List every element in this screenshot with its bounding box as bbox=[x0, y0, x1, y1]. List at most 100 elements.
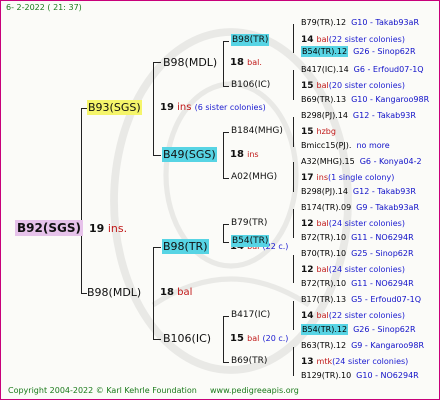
gen5-row[interactable]: B79(TR).12 G10 - Takab93aR bbox=[301, 19, 419, 27]
gen5-row[interactable]: 14 bal(22 sister colonies) bbox=[301, 36, 405, 45]
gen5-row[interactable]: B17(TR).13 G5 - Erfoud07-1Q bbox=[301, 296, 421, 304]
gen5-row[interactable]: B70(TR).10 G25 - Sinop62R bbox=[301, 250, 414, 258]
dam-info: 19 ins (6 sister colonies) bbox=[160, 102, 266, 113]
site-link[interactable]: www.pedigreeapis.org bbox=[210, 387, 299, 395]
gen5-sisters: (24 sister colonies) bbox=[332, 357, 409, 366]
gen5-code: G5 - Erfoud07-1Q bbox=[351, 295, 421, 304]
gen5-unit: bal bbox=[316, 265, 329, 274]
connector bbox=[223, 224, 224, 242]
gen5-count: 12 bbox=[301, 219, 314, 229]
gen5-name: B79(TR).12 bbox=[301, 18, 347, 27]
gen5-row[interactable]: B417(IC).14 G6 - Erfoud07-1Q bbox=[301, 66, 424, 74]
gen5-count: 14 bbox=[301, 35, 314, 45]
gen4-queen[interactable]: A02(MHG) bbox=[231, 173, 277, 182]
gen5-count: 14 bbox=[301, 311, 314, 321]
gen5-row[interactable]: 12 bal(24 sister colonies) bbox=[301, 220, 405, 229]
gen5-name: B174(TR).09 bbox=[301, 203, 352, 212]
gen5-name: B298(PJ).14 bbox=[301, 187, 348, 196]
gen5-unit: bal bbox=[316, 311, 329, 320]
gen5-row[interactable]: B129(TR).10 G10 - NO6294R bbox=[301, 372, 419, 380]
root-queen[interactable]: B92(SGS) bbox=[15, 220, 83, 236]
gen5-row[interactable]: 13 mtk(24 sister colonies) bbox=[301, 358, 408, 367]
gen5-name: B298(PJ).14 bbox=[301, 111, 348, 120]
gen5-code: G10 - Kangaroo98R bbox=[351, 95, 430, 104]
sire-info: 18 bal bbox=[160, 287, 193, 298]
gen5-row[interactable]: 12 bal(24 sister colonies) bbox=[301, 266, 405, 275]
gen5-name: B54(TR).12 bbox=[301, 46, 349, 57]
gen5-name: B17(TR).13 bbox=[301, 295, 347, 304]
gen5-row[interactable]: B72(TR).10 G11 - NO6294R bbox=[301, 234, 414, 242]
gen5-row[interactable]: B298(PJ).14 G12 - Takab93R bbox=[301, 112, 416, 120]
gen5-name: B70(TR).10 bbox=[301, 249, 347, 258]
gen5-sisters: (24 sister colonies) bbox=[328, 265, 405, 274]
gen5-row[interactable]: Bmicc15(PJ). no more bbox=[301, 142, 390, 150]
connector bbox=[293, 24, 294, 53]
connector bbox=[223, 41, 229, 42]
copyright: Copyright 2004-2022 © Karl Kehrle Founda… bbox=[8, 386, 197, 395]
gen4-queen[interactable]: B98(TR) bbox=[231, 34, 270, 46]
connector bbox=[223, 362, 229, 363]
gen5-row[interactable]: B72(TR).10 G11 - NO6294R bbox=[301, 280, 414, 288]
gen4-queen[interactable]: B69(TR) bbox=[231, 357, 267, 366]
gen4-queen[interactable]: B417(IC) bbox=[231, 311, 270, 320]
connector bbox=[293, 162, 294, 192]
gen5-row[interactable]: B63(TR).12 G9 - Kangaroo98R bbox=[301, 342, 424, 350]
connector bbox=[223, 178, 229, 179]
gen5-name: B63(TR).12 bbox=[301, 341, 347, 350]
connector bbox=[223, 316, 229, 317]
gen5-code: G12 - Takab93R bbox=[352, 111, 416, 120]
connector bbox=[81, 108, 82, 293]
gen5-code: G26 - Sinop62R bbox=[353, 47, 416, 56]
gen5-unit: hzbg bbox=[316, 127, 336, 136]
gen5-name: B72(TR).10 bbox=[301, 233, 347, 242]
gen4-queen[interactable]: B54(TR) bbox=[231, 235, 270, 247]
connector bbox=[293, 117, 294, 147]
root-queen-info: 19 ins. bbox=[89, 222, 128, 235]
gen5-row[interactable]: A32(MHG).15 G6 - Konya04-2 bbox=[301, 158, 422, 166]
gen5-row[interactable]: B174(TR).09 G9 - Takab93aR bbox=[301, 204, 419, 212]
connector bbox=[153, 247, 154, 339]
dam-queen[interactable]: B93(SGS) bbox=[87, 100, 142, 115]
gen5-count: 17 bbox=[301, 173, 314, 183]
gen5-row[interactable]: B54(TR).12 G26 - Sinop62R bbox=[301, 46, 416, 57]
sire-queen[interactable]: B98(MDL) bbox=[87, 287, 141, 298]
gen5-sisters: (24 sister colonies) bbox=[328, 219, 405, 228]
gen5-row[interactable]: 15 hzbg bbox=[301, 128, 336, 137]
gen5-row[interactable]: B298(PJ).14 G12 - Takab93R bbox=[301, 188, 416, 196]
timestamp: 6- 2-2022 ( 21: 37) bbox=[6, 3, 82, 12]
connector bbox=[153, 155, 161, 156]
gen5-unit: bal bbox=[316, 81, 329, 90]
connector bbox=[153, 339, 161, 340]
gen5-unit: bal bbox=[316, 35, 329, 44]
gen5-code: G12 - Takab93R bbox=[352, 187, 416, 196]
gen5-sisters: (20 sister colonies) bbox=[328, 81, 405, 90]
connector bbox=[223, 242, 229, 243]
gen5-code: G11 - NO6294R bbox=[351, 279, 414, 288]
connector bbox=[293, 209, 294, 238]
gen5-row[interactable]: 15 bal(20 sister colonies) bbox=[301, 82, 405, 91]
gen3-queen[interactable]: B106(IC) bbox=[163, 333, 211, 344]
gen5-name: B417(IC).14 bbox=[301, 65, 349, 74]
gen5-name: B54(TR).12 bbox=[301, 324, 349, 335]
connector bbox=[223, 86, 229, 87]
gen3-queen[interactable]: B49(SGS) bbox=[162, 147, 217, 162]
gen5-code: G10 - Takab93aR bbox=[351, 18, 420, 27]
gen5-code: G9 - Kangaroo98R bbox=[351, 341, 425, 350]
gen5-row[interactable]: 17 ins(1 single colony) bbox=[301, 174, 394, 183]
gen5-code: G6 - Erfoud07-1Q bbox=[353, 65, 424, 74]
gen3-queen[interactable]: B98(TR) bbox=[162, 239, 209, 254]
gen5-count: 15 bbox=[301, 81, 314, 91]
gen5-name: B129(TR).10 bbox=[301, 371, 352, 380]
connector bbox=[223, 316, 224, 362]
gen5-row[interactable]: B54(TR).12 G26 - Sinop62R bbox=[301, 324, 416, 335]
gen3-queen[interactable]: B98(MDL) bbox=[163, 57, 217, 68]
gen5-row[interactable]: B69(TR).13 G10 - Kangaroo98R bbox=[301, 96, 429, 104]
gen4-queen[interactable]: B79(TR) bbox=[231, 219, 267, 228]
gen5-row[interactable]: 14 bal(22 sister colonies) bbox=[301, 312, 405, 321]
gen5-unit: bal bbox=[316, 219, 329, 228]
connector bbox=[293, 347, 294, 376]
gen5-sisters: (1 single colony) bbox=[328, 173, 395, 182]
gen4-queen[interactable]: B106(IC) bbox=[231, 81, 270, 90]
gen5-code: G6 - Konya04-2 bbox=[359, 157, 422, 166]
gen4-queen[interactable]: B184(MHG) bbox=[231, 127, 283, 136]
